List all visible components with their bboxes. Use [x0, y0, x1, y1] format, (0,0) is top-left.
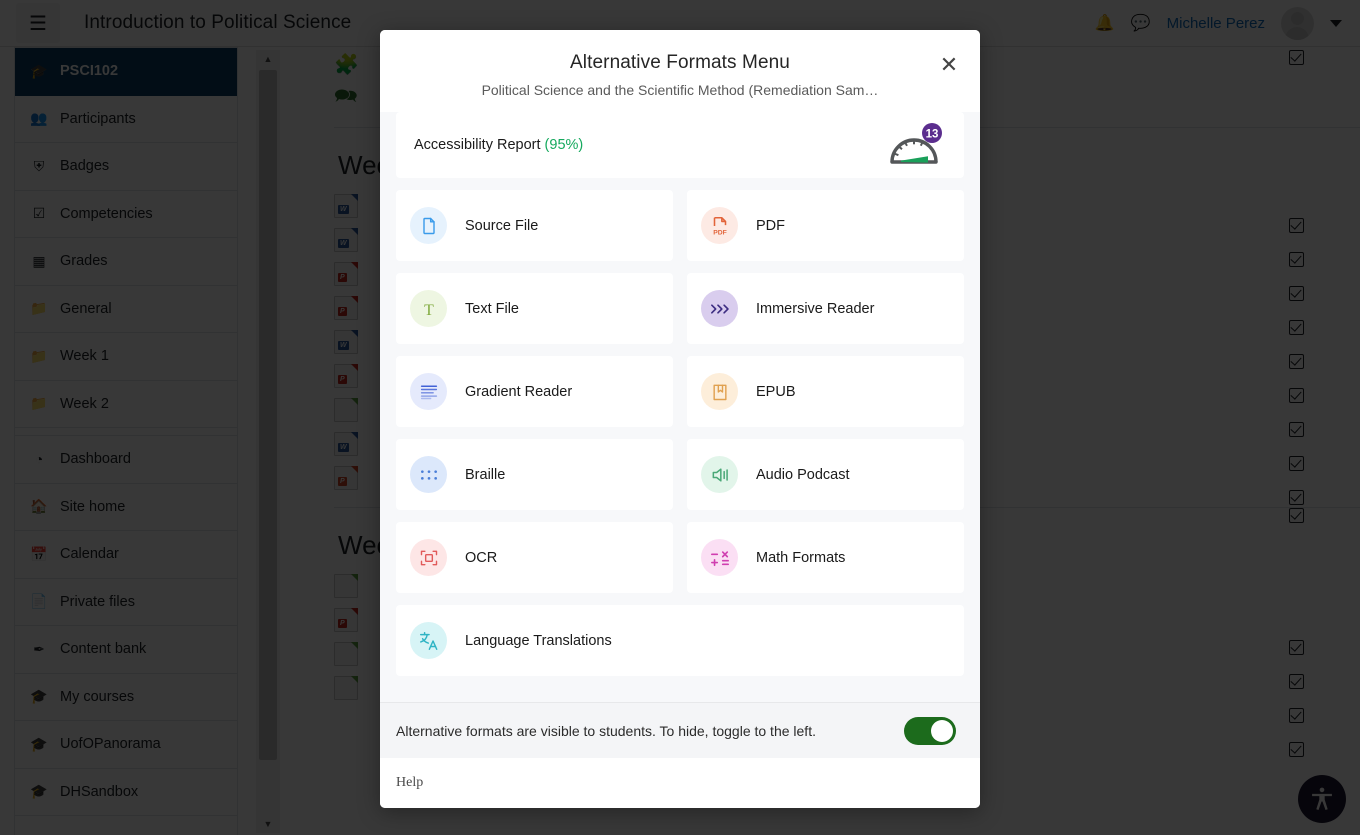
format-item-label: OCR — [465, 549, 498, 566]
format-item-label: Language Translations — [465, 632, 612, 649]
file-outline-icon — [410, 207, 447, 244]
format-item-immersive-reader[interactable]: Immersive Reader — [687, 273, 964, 344]
report-percent: (95%) — [544, 137, 584, 153]
braille-dots-icon — [410, 456, 447, 493]
toggle-knob — [931, 719, 953, 742]
help-link[interactable]: Help — [396, 775, 423, 791]
format-item-audio-podcast[interactable]: Audio Podcast — [687, 439, 964, 510]
modal-header: Alternative Formats Menu Political Scien… — [380, 30, 980, 112]
speaker-icon — [701, 456, 738, 493]
modal-footer: Alternative formats are visible to stude… — [380, 702, 980, 758]
format-item-label: EPUB — [756, 383, 796, 400]
format-item-label: Math Formats — [756, 549, 846, 566]
format-item-braille[interactable]: Braille — [396, 439, 673, 510]
gauge-icon: 13 — [888, 122, 946, 168]
modal-body: Accessibility Report (95%) 13 Source Fil… — [380, 112, 980, 702]
alternative-formats-modal: Alternative Formats Menu Political Scien… — [380, 30, 980, 808]
visibility-message: Alternative formats are visible to stude… — [396, 722, 816, 739]
scan-frame-icon — [410, 539, 447, 576]
format-item-label: Gradient Reader — [465, 383, 573, 400]
close-icon[interactable]: ✕ — [932, 48, 966, 82]
modal-subtitle: Political Science and the Scientific Met… — [481, 82, 879, 98]
format-item-label: Immersive Reader — [756, 300, 875, 317]
format-item-language-translations[interactable]: Language Translations — [396, 605, 964, 676]
pdf-file-icon: PDF — [701, 207, 738, 244]
format-item-math-formats[interactable]: Math Formats — [687, 522, 964, 593]
serif-t-icon: T — [410, 290, 447, 327]
format-item-label: Braille — [465, 466, 506, 483]
modal-help-bar: Help — [380, 758, 980, 808]
format-item-source-file[interactable]: Source File — [396, 190, 673, 261]
format-item-ocr[interactable]: OCR — [396, 522, 673, 593]
formats-grid: Source File PDF PDF T Text File Immersive Rea… — [396, 190, 964, 676]
chevrons-right-icon — [701, 290, 738, 327]
format-item-label: PDF — [756, 217, 785, 234]
svg-text:T: T — [424, 301, 434, 318]
format-item-label: Text File — [465, 300, 519, 317]
format-item-label: Source File — [465, 217, 539, 234]
modal-title: Alternative Formats Menu — [570, 52, 790, 73]
math-symbols-icon — [701, 539, 738, 576]
accessibility-report-row[interactable]: Accessibility Report (95%) 13 — [396, 112, 964, 178]
format-item-gradient-reader[interactable]: Gradient Reader — [396, 356, 673, 427]
svg-text:PDF: PDF — [713, 229, 727, 236]
format-item-label: Audio Podcast — [756, 466, 850, 483]
translate-icon — [410, 622, 447, 659]
format-item-epub[interactable]: EPUB — [687, 356, 964, 427]
accessibility-report-label: Accessibility Report (95%) — [414, 137, 583, 153]
format-item-text-file[interactable]: T Text File — [396, 273, 673, 344]
visibility-toggle[interactable] — [904, 716, 956, 745]
text-lines-icon — [410, 373, 447, 410]
report-text: Accessibility Report — [414, 137, 541, 153]
gauge-badge-count: 13 — [926, 128, 939, 140]
book-bookmark-icon — [701, 373, 738, 410]
format-item-pdf[interactable]: PDF PDF — [687, 190, 964, 261]
